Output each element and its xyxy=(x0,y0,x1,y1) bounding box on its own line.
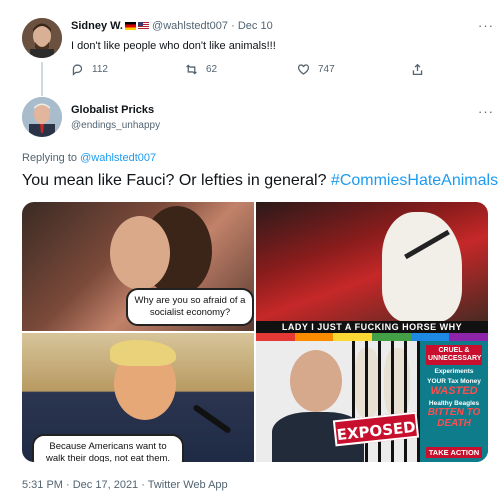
us-flag-icon xyxy=(137,22,149,30)
take-action-label: TAKE ACTION xyxy=(426,447,482,458)
more-options-icon[interactable]: ··· xyxy=(478,104,494,119)
side-info-panel: CRUEL & UNNECESSARY Experiments YOUR Tax… xyxy=(420,341,488,462)
bitten-label: BITTEN TO DEATH xyxy=(427,407,481,429)
reply-author-name[interactable]: Globalist Pricks xyxy=(71,104,154,116)
tweet-timestamp[interactable]: 5:31 PM · Dec 17, 2021 · Twitter Web App xyxy=(22,479,228,491)
horse-figure xyxy=(382,212,462,322)
reply-text-body: You mean like Fauci? Or lefties in gener… xyxy=(22,172,327,189)
replying-to-line: Replying to @wahlstedt007 xyxy=(22,152,156,164)
like-button[interactable]: 747 xyxy=(297,63,335,76)
retweet-icon xyxy=(186,64,197,75)
reply-count: 112 xyxy=(92,64,108,75)
retweet-button[interactable]: 62 xyxy=(185,63,217,76)
retweet-count: 62 xyxy=(206,64,218,75)
tweet-date[interactable]: Dec 10 xyxy=(238,20,273,32)
author-name[interactable]: Sidney W. xyxy=(71,20,123,32)
reply-author-handle[interactable]: @endings_unhappy xyxy=(71,120,160,131)
reply-icon xyxy=(72,64,83,76)
heart-icon xyxy=(297,64,310,75)
separator-dot: · xyxy=(231,20,235,32)
reply-button[interactable]: 112 xyxy=(71,63,108,76)
avatar-portrait-icon xyxy=(22,97,62,137)
figure-face xyxy=(110,216,170,290)
hashtag-link[interactable]: #CommiesHateAnimals xyxy=(331,172,498,189)
panel2-caption: LADY I JUST A FUCKING HORSE WHY xyxy=(256,321,488,333)
wasted-label: WASTED xyxy=(430,385,478,397)
tax-label: YOUR Tax Money xyxy=(427,378,481,385)
cruel-badge: CRUEL & UNNECESSARY xyxy=(426,345,482,365)
reply-text: You mean like Fauci? Or lefties in gener… xyxy=(22,172,498,190)
beagles-label: Healthy Beagles xyxy=(428,400,480,407)
avatar-globalist[interactable] xyxy=(22,97,62,137)
replying-prefix: Replying to xyxy=(22,152,78,164)
thread-connector xyxy=(41,62,43,96)
avatar-sidney[interactable] xyxy=(22,18,62,58)
author-handle[interactable]: @wahlstedt007 xyxy=(152,20,228,32)
speech-bubble-2: Because Americans want to walk their dog… xyxy=(32,434,184,462)
like-count: 747 xyxy=(318,64,335,75)
share-icon xyxy=(412,63,423,76)
replying-mention-link[interactable]: @wahlstedt007 xyxy=(80,152,156,164)
color-strip xyxy=(256,333,488,341)
speech-bubble-1: Why are you so afraid of a socialist eco… xyxy=(126,288,254,326)
top-tweet-header: Sidney W. @wahlstedt007 · Dec 10 xyxy=(71,20,273,32)
more-options-icon[interactable]: ··· xyxy=(478,18,494,33)
tweet-actions: 112 62 747 xyxy=(71,63,431,79)
media-grid[interactable]: Why are you so afraid of a socialist eco… xyxy=(22,202,488,462)
german-flag-icon xyxy=(124,22,136,30)
tweet-text: I don't like people who don't like anima… xyxy=(71,40,276,52)
experiments-label: Experiments xyxy=(434,368,474,375)
avatar-portrait-icon xyxy=(22,18,62,58)
share-button[interactable] xyxy=(411,63,424,76)
figure-face xyxy=(290,350,342,412)
